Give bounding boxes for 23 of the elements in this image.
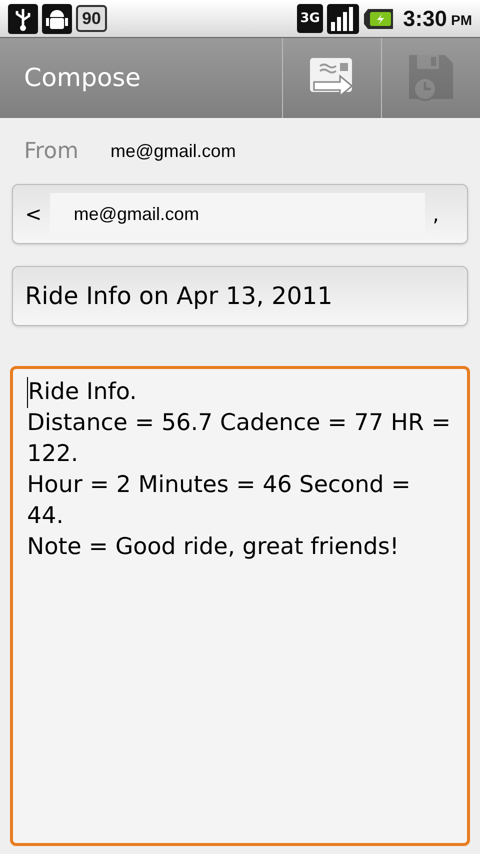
body-text-line: 44. [27,502,64,531]
body-text-line: 122. [27,440,78,469]
from-label: From [24,138,79,166]
network-type: 3G [297,4,323,33]
android-icon [42,4,72,34]
signal-icon [326,4,359,34]
body-text-line: Hour = 2 Minutes = 46 Second = [27,471,410,500]
from-address: me@gmail.com [110,140,236,163]
body-text-line: Note = Good ride, great friends! [27,533,400,562]
usb-icon [8,4,38,34]
to-field[interactable]: < me@gmail.com , [12,184,468,244]
body-text-line: Distance = 56.7 Cadence = 77 HR = [27,409,451,438]
angle-bracket: < [25,201,42,228]
screen-title: Compose [23,62,142,94]
body-text-line: Ride Info. [27,377,137,408]
separator-comma: , [432,201,439,228]
clock-time: 3:30 [402,5,447,33]
battery-charging-icon [362,6,395,30]
floppy-clock-icon [407,53,455,103]
battery-badge: 90 [76,5,107,32]
subject-field[interactable]: Ride Info on Apr 13, 2011 [12,266,468,326]
body-field[interactable]: Ride Info. Distance = 56.7 Cadence = 77 HR = 122. Hour = 2 Minutes = 46 Second = 44. Note = Good ride, great friends! [10,366,470,846]
clock-am-pm: PM [451,11,472,30]
